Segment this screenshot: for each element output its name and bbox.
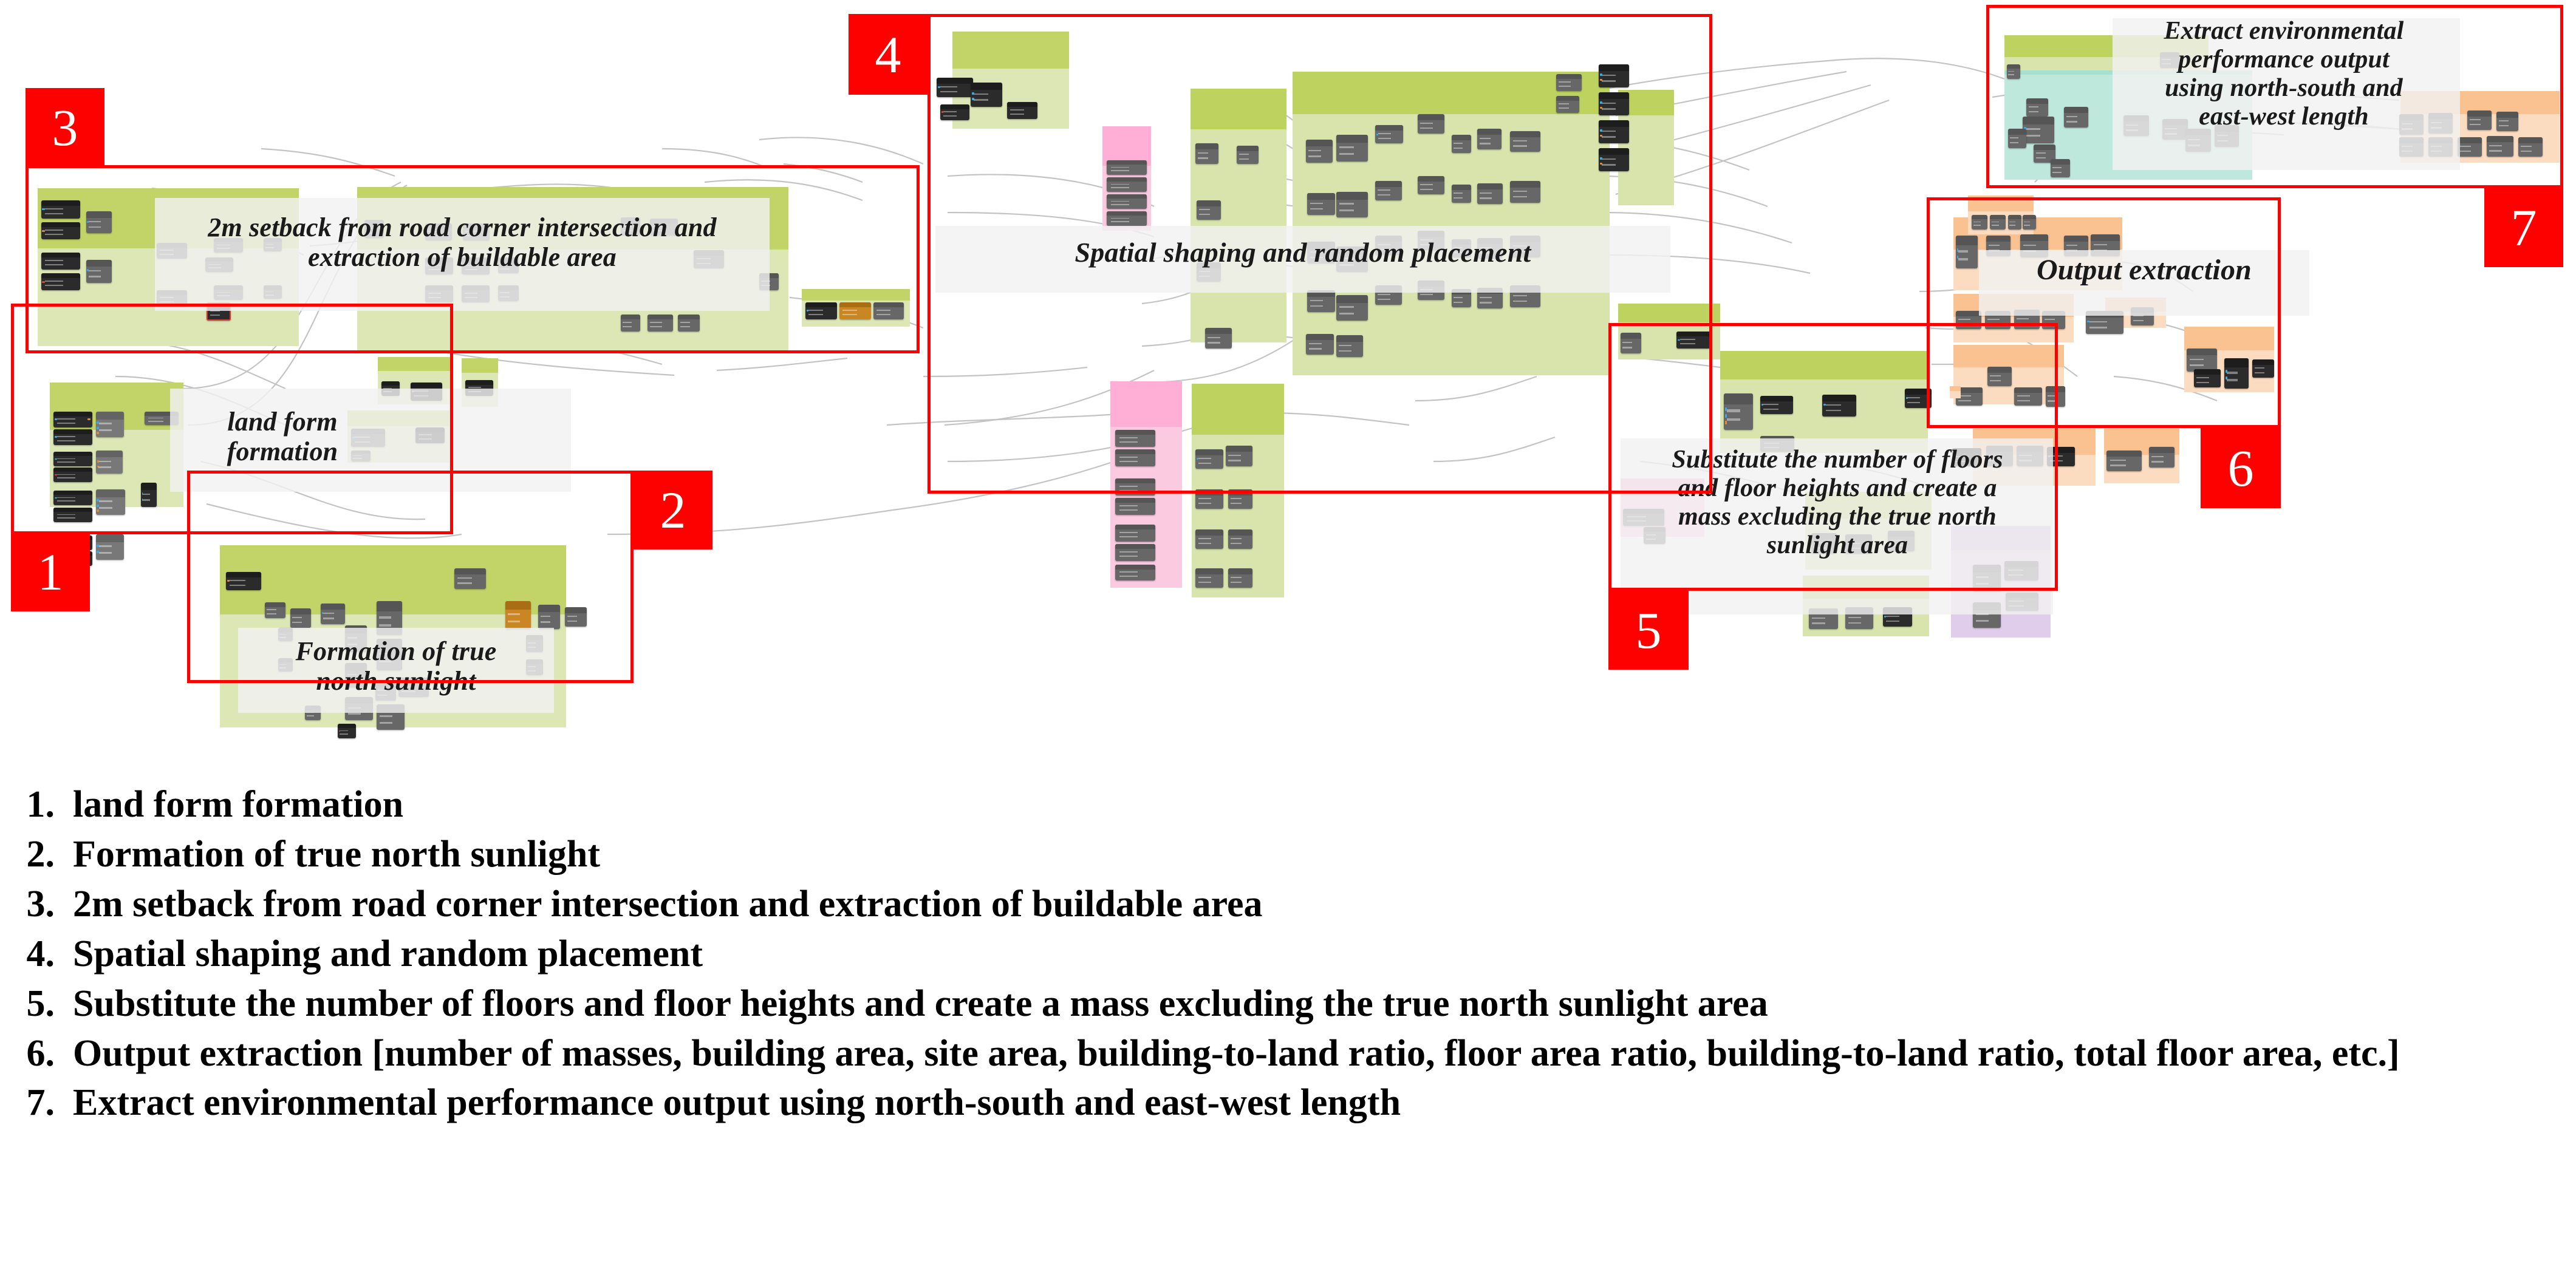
annotation-tag-1[interactable]: 1: [11, 532, 90, 611]
list-item: 1. land form formation: [0, 783, 2576, 827]
graph-node[interactable]: [2106, 451, 2142, 471]
graph-node[interactable]: [1228, 568, 1252, 588]
list-item: 6. Output extraction [number of masses, …: [0, 1032, 2576, 1076]
list-item-text: Extract environmental performance output…: [73, 1082, 1401, 1124]
graph-node[interactable]: [1115, 498, 1155, 515]
list-item-number: 3.: [26, 883, 55, 925]
list-item-text: Formation of true north sunlight: [73, 833, 600, 875]
annotation-box-2[interactable]: [187, 471, 634, 683]
list-item: 5. Substitute the number of floors and f…: [0, 982, 2576, 1026]
annotation-box-4[interactable]: [928, 14, 1712, 494]
annotation-tag-6[interactable]: 6: [2201, 428, 2281, 508]
list-item: 3. 2m setback from road corner intersect…: [0, 883, 2576, 927]
list-item-text: 2m setback from road corner intersection…: [73, 883, 1263, 925]
list-item-number: 1.: [26, 784, 55, 825]
list-item-text: Substitute the number of floors and floo…: [73, 982, 1768, 1024]
graph-node[interactable]: [1228, 529, 1252, 549]
annotation-tag-3[interactable]: 3: [26, 88, 104, 167]
graph-node[interactable]: [1195, 568, 1223, 588]
node-graph-canvas[interactable]: 2m setback from road corner intersection…: [0, 0, 2576, 753]
graph-node[interactable]: [96, 534, 124, 560]
list-item-number: 2.: [26, 833, 55, 875]
graph-node[interactable]: [1115, 544, 1155, 561]
graph-node[interactable]: [1195, 529, 1223, 549]
list-item-text: land form formation: [73, 784, 404, 825]
graph-node[interactable]: [338, 724, 356, 738]
annotation-tag-2[interactable]: 2: [634, 471, 712, 549]
list-item: 4. Spatial shaping and random placement: [0, 933, 2576, 976]
list-item: 7. Extract environmental performance out…: [0, 1081, 2576, 1125]
graph-node[interactable]: [1115, 525, 1155, 542]
list-item-text: Output extraction [number of masses, bui…: [73, 1032, 2400, 1074]
annotation-tag-5[interactable]: 5: [1608, 591, 1689, 670]
group-header: [462, 358, 498, 373]
list-item-number: 5.: [26, 982, 55, 1024]
list-item-number: 7.: [26, 1082, 55, 1124]
annotation-box-7[interactable]: [1986, 5, 2563, 188]
annotation-tag-4[interactable]: 4: [849, 14, 928, 95]
list-item: 2. Formation of true north sunlight: [0, 833, 2576, 877]
list-item-number: 4.: [26, 933, 55, 975]
list-item-number: 6.: [26, 1032, 55, 1074]
step-legend-list: 1. land form formation 2. Formation of t…: [0, 783, 2576, 1131]
graph-node[interactable]: [1115, 565, 1155, 580]
list-item-text: Spatial shaping and random placement: [73, 933, 703, 975]
graph-node[interactable]: [2149, 447, 2175, 468]
annotation-box-6[interactable]: [1927, 197, 2281, 428]
annotation-tag-7[interactable]: 7: [2484, 188, 2563, 267]
